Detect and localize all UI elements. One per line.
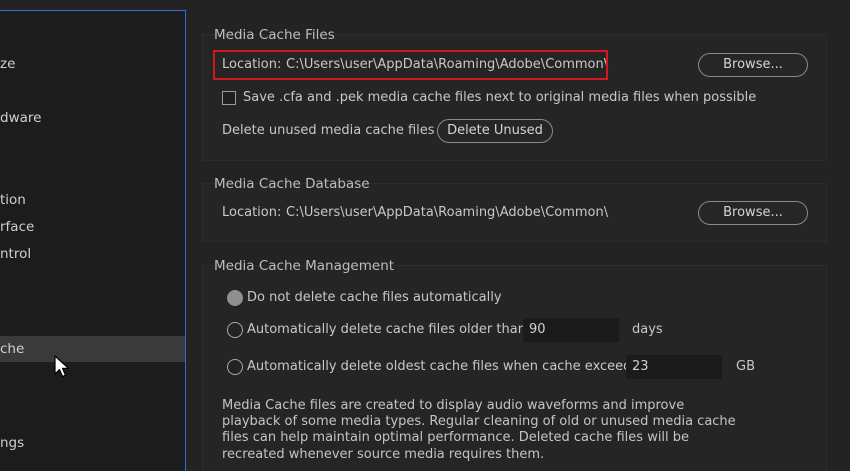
mouse-cursor-icon [54, 355, 70, 378]
database-location-label: Location: [222, 205, 282, 220]
sidebar-item-hardware[interactable]: dware [0, 105, 185, 131]
sidebar-item-ze[interactable]: ze [0, 51, 185, 77]
sidebar-item-interface[interactable]: rface [0, 214, 185, 240]
gb-input[interactable]: 23 [626, 355, 722, 379]
cache-files-browse-button[interactable]: Browse... [698, 53, 808, 77]
save-cfa-pek-label: Save .cfa and .pek media cache files nex… [243, 90, 757, 105]
days-input[interactable]: 90 [523, 318, 619, 342]
media-cache-database-title: Media Cache Database [214, 176, 370, 192]
delete-older-label: Automatically delete cache files older t… [247, 322, 531, 337]
delete-older-radio[interactable] [227, 322, 243, 338]
sidebar-item-tion[interactable]: tion [0, 187, 185, 213]
days-unit-label: days [632, 322, 663, 337]
database-browse-button[interactable]: Browse... [698, 201, 808, 225]
gb-unit-label: GB [736, 359, 755, 374]
media-cache-files-title: Media Cache Files [214, 27, 335, 43]
database-location-path: C:\Users\user\AppData\Roaming\Adobe\Comm… [286, 205, 609, 220]
preferences-sidebar: ze dware tion rface ntrol che ngs [0, 10, 186, 471]
media-cache-management-title: Media Cache Management [214, 258, 395, 274]
delete-unused-label: Delete unused media cache files [222, 123, 435, 138]
sidebar-item-media-cache[interactable]: che [0, 336, 185, 362]
no-auto-delete-radio[interactable] [227, 290, 243, 306]
delete-exceeds-radio[interactable] [227, 359, 243, 375]
location-highlight-box [213, 50, 608, 80]
media-cache-info-text: Media Cache files are created to display… [222, 398, 736, 462]
sidebar-item-control[interactable]: ntrol [0, 241, 185, 267]
delete-unused-button[interactable]: Delete Unused [437, 119, 553, 143]
save-cfa-pek-checkbox[interactable] [222, 91, 236, 105]
delete-exceeds-label: Automatically delete oldest cache files … [247, 359, 643, 374]
no-auto-delete-label: Do not delete cache files automatically [247, 290, 502, 305]
sidebar-item-settings[interactable]: ngs [0, 430, 185, 456]
